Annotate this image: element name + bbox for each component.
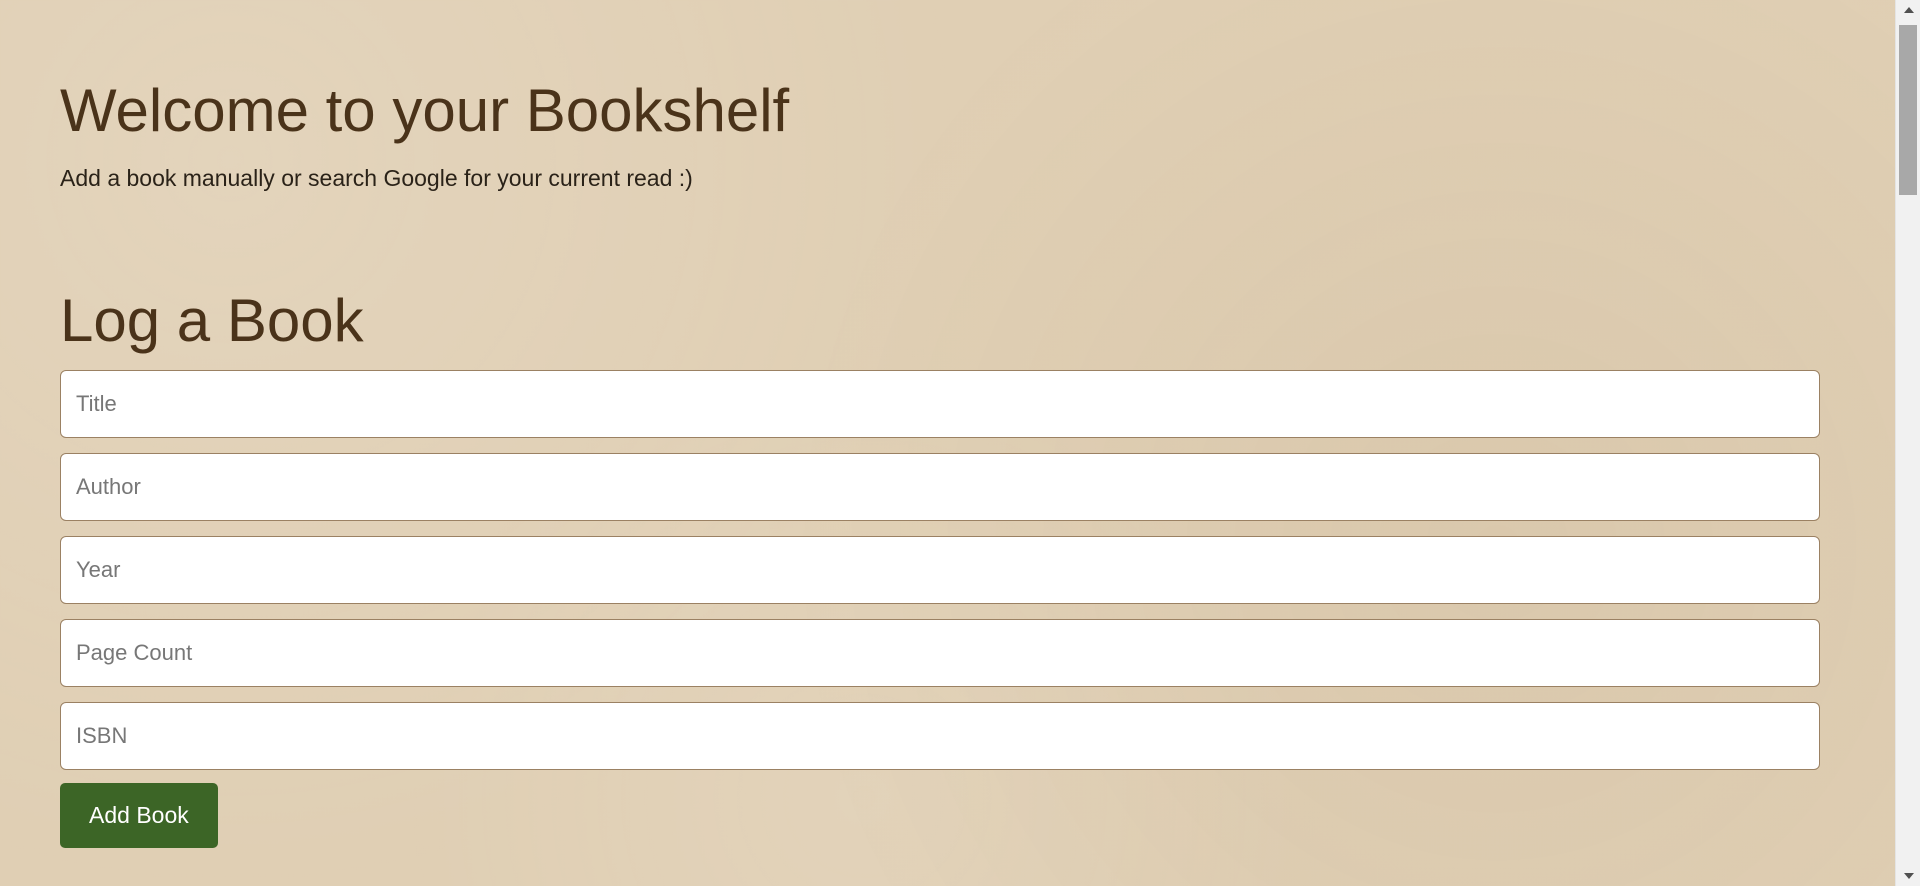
author-input[interactable] [60,453,1820,521]
page-title: Welcome to your Bookshelf [60,77,790,144]
isbn-input[interactable] [60,702,1820,770]
page-subtitle: Add a book manually or search Google for… [60,165,693,191]
scroll-down-arrow-icon[interactable] [1896,866,1920,886]
vertical-scrollbar[interactable] [1895,0,1920,886]
title-input[interactable] [60,370,1820,438]
scrollbar-thumb[interactable] [1899,25,1917,195]
log-book-heading: Log a Book [60,287,364,354]
log-book-form: Add Book [60,370,1820,848]
page-count-input[interactable] [60,619,1820,687]
year-input[interactable] [60,536,1820,604]
add-book-button[interactable]: Add Book [60,783,218,848]
scroll-up-arrow-icon[interactable] [1896,0,1920,20]
